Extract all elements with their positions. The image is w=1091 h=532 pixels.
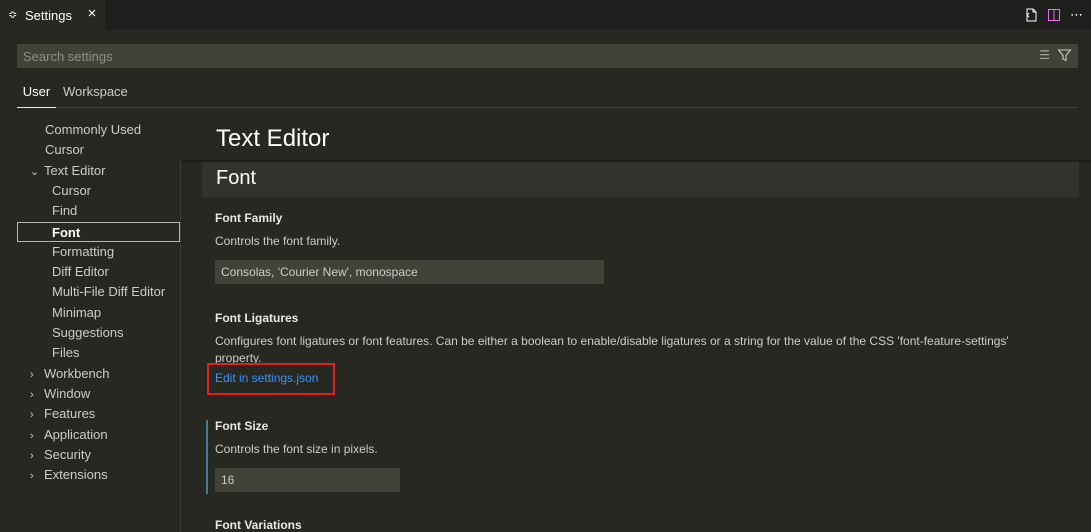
- toc-item-label: Workbench: [44, 365, 110, 381]
- chevron-right-icon: ›: [30, 429, 34, 442]
- toc-item-cursor[interactable]: Cursor: [52, 181, 91, 201]
- edit-in-settings-json-link[interactable]: Edit in settings.json: [207, 363, 335, 395]
- settings-tab-label: Settings: [25, 7, 72, 23]
- editor-tab-bar: ≎ Settings × ⋯: [0, 0, 1091, 30]
- clear-filter-icon[interactable]: ☰: [1039, 48, 1050, 62]
- settings-toc: Commonly Used Cursor ⌄ Text Editor Cursor Fin…: [0, 120, 181, 532]
- font-family-input[interactable]: [215, 260, 604, 284]
- chevron-right-icon: ›: [30, 449, 34, 462]
- chevron-right-icon: ›: [30, 470, 34, 483]
- setting-font-ligatures: Font Ligatures Configures font ligatures…: [207, 311, 1035, 395]
- toc-item-label: Diff Editor: [52, 264, 109, 280]
- toc-item-font[interactable]: Font: [17, 221, 180, 242]
- toc-item-label: Features: [44, 406, 96, 422]
- toc-item-window[interactable]: › Window: [30, 384, 90, 404]
- settings-tab-icon: ≎: [8, 9, 18, 21]
- toc-item-label: Multi-File Diff Editor: [52, 284, 166, 300]
- setting-description: Controls the font family.: [215, 234, 341, 248]
- chevron-right-icon: ›: [30, 388, 34, 401]
- toc-item-label: Font: [52, 224, 81, 240]
- toc-item-label: Extensions: [44, 467, 108, 483]
- open-settings-json-icon[interactable]: [1022, 7, 1039, 23]
- font-size-input[interactable]: [215, 468, 400, 492]
- toc-item-label: Cursor: [52, 182, 92, 198]
- section-title: Text Editor: [216, 125, 330, 152]
- tab-user[interactable]: User: [17, 82, 56, 108]
- setting-font-family: Font Family Controls the font family.: [215, 211, 1035, 284]
- search-settings-box: ☰: [17, 44, 1078, 68]
- highlight-box: [207, 363, 335, 395]
- focused-setting-indicator: [206, 420, 208, 494]
- toc-item-workbench[interactable]: › Workbench: [30, 364, 110, 384]
- toc-item-label: Security: [44, 446, 91, 462]
- subsection-title: Font: [216, 167, 257, 189]
- toc-item-multi-file-diff-editor[interactable]: Multi-File Diff Editor: [52, 282, 165, 302]
- toc-item-label: Find: [52, 203, 78, 219]
- setting-title: Font Ligatures: [215, 311, 299, 325]
- setting-description: Configures font ligatures or font featur…: [215, 334, 1009, 365]
- toc-item-label: Suggestions: [52, 325, 124, 340]
- toc-item-find[interactable]: Find: [52, 201, 77, 221]
- toc-item-label: Text Editor: [44, 162, 106, 178]
- chevron-right-icon: ›: [30, 368, 34, 381]
- tab-workspace[interactable]: Workspace: [63, 82, 128, 108]
- chevron-down-icon: ⌄: [30, 165, 40, 178]
- setting-description: Controls the font size in pixels.: [215, 442, 378, 456]
- editor-actions: ⋯: [1022, 7, 1085, 23]
- toc-item-security[interactable]: › Security: [30, 445, 91, 465]
- filter-icon[interactable]: [1057, 48, 1072, 63]
- toc-item-minimap[interactable]: Minimap: [52, 303, 101, 323]
- setting-title: Font Family: [215, 211, 283, 225]
- chevron-right-icon: ›: [30, 409, 34, 422]
- more-actions-icon[interactable]: ⋯: [1068, 7, 1085, 23]
- subsection-header: Font: [202, 162, 1079, 197]
- settings-tab[interactable]: ≎ Settings ×: [0, 0, 105, 30]
- toc-item-label: Formatting: [52, 243, 115, 259]
- toc-item-features[interactable]: › Features: [30, 404, 95, 424]
- settings-editor: Text Editor Font Font Family Controls th…: [181, 120, 1091, 532]
- toc-item-application[interactable]: › Application: [30, 425, 108, 445]
- toc-item-text-editor[interactable]: ⌄ Text Editor: [30, 161, 105, 181]
- toc-item-commonly-used[interactable]: Commonly Used: [45, 120, 141, 140]
- setting-font-size: Font Size Controls the font size in pixe…: [215, 419, 1035, 492]
- toc-item-label: Commonly Used: [45, 122, 142, 137]
- search-input[interactable]: [17, 48, 1017, 64]
- setting-font-variations: Font Variations: [215, 518, 302, 532]
- toc-item-label: Window: [44, 385, 91, 401]
- toc-item-label: Cursor: [45, 142, 85, 158]
- toc-item-label: Minimap: [52, 304, 102, 320]
- toc-item-diff-editor[interactable]: Diff Editor: [52, 262, 109, 282]
- toc-item-cursor[interactable]: Cursor: [45, 140, 84, 160]
- toc-item-suggestions[interactable]: Suggestions: [52, 323, 124, 343]
- toc-item-label: Files: [52, 345, 80, 361]
- scope-tabs: User Workspace: [17, 82, 1078, 108]
- split-editor-icon[interactable]: [1045, 7, 1062, 23]
- toc-item-extensions[interactable]: › Extensions: [30, 465, 108, 485]
- setting-title: Font Variations: [215, 518, 302, 532]
- toc-item-label: Application: [44, 426, 108, 442]
- toc-item-formatting[interactable]: Formatting: [52, 242, 114, 262]
- toc-item-files[interactable]: Files: [52, 343, 79, 363]
- close-icon[interactable]: ×: [85, 6, 99, 21]
- setting-title: Font Size: [215, 419, 269, 433]
